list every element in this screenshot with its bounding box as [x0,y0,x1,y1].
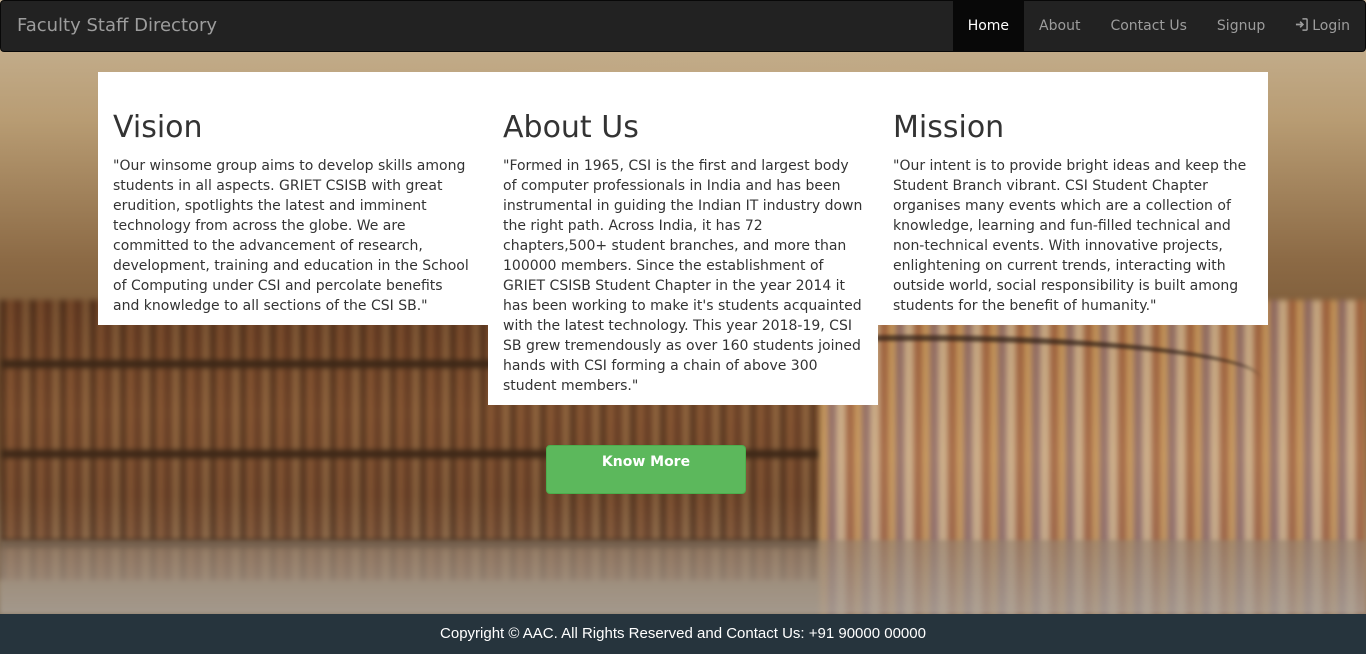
footer: Copyright © AAC. All Rights Reserved and… [0,614,1366,654]
nav-about-label: About [1039,18,1081,34]
know-more-button[interactable]: Know More [546,445,746,494]
nav-item-home[interactable]: Home [952,1,1025,51]
nav-home-label: Home [967,18,1010,34]
nav-contact-label: Contact Us [1110,18,1187,34]
about-heading: About Us [503,110,639,145]
vision-panel: Vision "Our winsome group aims to develo… [98,72,488,325]
nav-login-label: Login [1312,18,1350,34]
mission-text: "Our intent is to provide bright ideas a… [893,158,1247,314]
login-icon [1295,2,1309,52]
about-text: "Formed in 1965, CSI is the first and la… [503,158,863,394]
top-navbar: Faculty Staff Directory Home About Conta… [0,0,1366,52]
nav-menu: Home About Contact Us Signup Login [952,1,1365,51]
mission-panel: Mission "Our intent is to provide bright… [878,72,1268,325]
footer-text: Copyright © AAC. All Rights Reserved and… [440,625,926,642]
vision-text: "Our winsome group aims to develop skill… [113,158,469,314]
brand-title[interactable]: Faculty Staff Directory [17,1,217,51]
nav-item-signup[interactable]: Signup [1202,1,1280,51]
mission-heading: Mission [893,110,1005,145]
about-panel: About Us "Formed in 1965, CSI is the fir… [488,72,878,405]
nav-signup-label: Signup [1216,18,1266,34]
nav-item-login[interactable]: Login [1280,1,1365,51]
nav-item-contact[interactable]: Contact Us [1095,1,1201,51]
vision-heading: Vision [113,110,203,145]
nav-item-about[interactable]: About [1024,1,1095,51]
